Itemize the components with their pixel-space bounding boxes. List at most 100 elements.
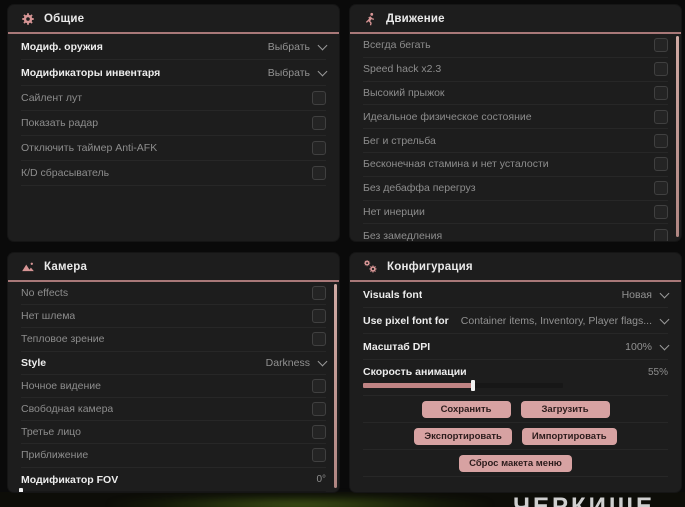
- weapon-mod-dropdown[interactable]: Выбрать: [267, 40, 328, 53]
- row-run-and-shoot: Бег и стрельба: [363, 129, 668, 153]
- panel-config: Конфигурация Visuals font Новая Use pixe…: [350, 253, 681, 492]
- fov-label: Модификатор FOV: [21, 473, 119, 486]
- chevron-down-icon: [317, 66, 328, 76]
- animation-speed-value: 55%: [647, 366, 668, 378]
- dropdown-value: Выбрать: [267, 66, 310, 79]
- animation-speed-block: Скорость анимации 55%: [363, 360, 668, 396]
- chevron-down-icon: [659, 314, 670, 324]
- row-label: Speed hack x2.3: [363, 63, 442, 76]
- save-button[interactable]: Сохранить: [421, 400, 511, 418]
- reset-menu-layout-button[interactable]: Сброс макета меню: [459, 454, 572, 472]
- row-infinite-stamina: Бесконечная стамина и нет усталости: [363, 153, 668, 177]
- gear-icon: [21, 12, 35, 26]
- row-night-vision: Ночное видение: [21, 375, 326, 398]
- panel-movement-header[interactable]: Движение: [350, 5, 681, 34]
- camera-scrollbar[interactable]: [334, 284, 337, 488]
- row-zoom: Приближение: [21, 444, 326, 468]
- high-jump-checkbox[interactable]: [654, 85, 668, 100]
- panel-movement: Движение Всегда бегать Speed hack x2.3 В…: [350, 5, 681, 241]
- row-label: Высокий прыжок: [363, 86, 445, 99]
- dropdown-value: Новая: [621, 288, 652, 301]
- thermal-vision-checkbox[interactable]: [312, 332, 326, 347]
- panel-general-title: Общие: [44, 12, 85, 25]
- movement-scrollbar[interactable]: [676, 36, 679, 237]
- night-vision-checkbox[interactable]: [312, 378, 326, 393]
- row-label: Третье лицо: [21, 426, 81, 439]
- mod-menu-screen: ЧЕРКИШЕ Общие Модиф. оружия Выбрать Моди…: [0, 0, 685, 507]
- style-dropdown[interactable]: Darkness: [266, 356, 328, 369]
- animation-speed-label: Скорость анимации: [363, 366, 467, 378]
- row-visuals-font: Visuals font Новая: [363, 282, 670, 308]
- game-background-glow: [110, 493, 490, 507]
- row-label: Бесконечная стамина и нет усталости: [363, 158, 549, 171]
- show-radar-checkbox[interactable]: [312, 116, 326, 130]
- no-effects-checkbox[interactable]: [312, 286, 326, 301]
- load-button[interactable]: Загрузить: [520, 400, 610, 418]
- row-label: No effects: [21, 287, 69, 300]
- export-import-row: Экспортировать Импортировать: [363, 423, 668, 450]
- run-and-shoot-checkbox[interactable]: [654, 133, 668, 148]
- panel-camera-header[interactable]: Камера: [8, 253, 339, 282]
- chevron-down-icon: [659, 340, 670, 350]
- row-show-radar: Показать радар: [21, 111, 326, 136]
- panel-general-header[interactable]: Общие: [8, 5, 339, 34]
- inventory-mods-dropdown[interactable]: Выбрать: [267, 66, 328, 79]
- row-no-helmet: Нет шлема: [21, 305, 326, 329]
- row-label: Style: [21, 356, 47, 369]
- dropdown-value: Выбрать: [267, 40, 310, 53]
- row-no-effects: No effects: [21, 282, 326, 306]
- game-background-text: ЧЕРКИШЕ: [513, 493, 655, 507]
- row-label: Идеальное физическое состояние: [363, 110, 532, 123]
- row-label: Нет шлема: [21, 310, 76, 323]
- speed-hack-checkbox[interactable]: [654, 62, 668, 77]
- visuals-font-dropdown[interactable]: Новая: [621, 288, 670, 301]
- chevron-down-icon: [317, 40, 328, 50]
- no-overload-debuff-checkbox[interactable]: [654, 181, 668, 196]
- dpi-scale-dropdown[interactable]: 100%: [625, 340, 670, 353]
- row-third-person: Третье лицо: [21, 421, 326, 445]
- row-label: Модиф. оружия: [21, 40, 103, 53]
- row-silent-loot: Сайлент лут: [21, 86, 326, 111]
- fov-slider-handle[interactable]: [19, 487, 23, 492]
- runner-icon: [363, 12, 377, 26]
- row-kd-reset: К/D сбрасыватель: [21, 161, 326, 186]
- image-icon: [21, 260, 35, 274]
- panel-movement-title: Движение: [386, 12, 445, 25]
- panel-config-header[interactable]: Конфигурация: [350, 253, 681, 282]
- row-label: Ночное видение: [21, 379, 101, 392]
- animation-speed-handle[interactable]: [471, 380, 475, 391]
- export-button[interactable]: Экспортировать: [414, 427, 512, 445]
- panel-config-title: Конфигурация: [387, 260, 473, 273]
- row-high-jump: Высокий прыжок: [363, 82, 668, 106]
- row-label: Отключить таймер Anti-AFK: [21, 142, 158, 154]
- no-inertia-checkbox[interactable]: [654, 204, 668, 219]
- import-button[interactable]: Импортировать: [521, 427, 617, 445]
- row-label: Без дебаффа перегруз: [363, 182, 476, 195]
- row-label: Всегда бегать: [363, 39, 431, 52]
- third-person-checkbox[interactable]: [312, 425, 326, 440]
- row-label: Масштаб DPI: [363, 340, 431, 353]
- always-run-checkbox[interactable]: [654, 38, 668, 53]
- row-label: Сайлент лут: [21, 92, 83, 104]
- kd-reset-checkbox[interactable]: [312, 166, 326, 180]
- row-style: Style Darkness: [21, 352, 328, 375]
- row-always-run: Всегда бегать: [363, 34, 668, 58]
- row-free-camera: Свободная камера: [21, 398, 326, 422]
- chevron-down-icon: [659, 288, 670, 298]
- no-slowdown-checkbox[interactable]: [654, 228, 668, 241]
- fov-slider[interactable]: [19, 487, 326, 492]
- silent-loot-checkbox[interactable]: [312, 91, 326, 105]
- animation-speed-slider[interactable]: [363, 380, 563, 391]
- free-camera-checkbox[interactable]: [312, 402, 326, 417]
- no-helmet-checkbox[interactable]: [312, 309, 326, 324]
- perfect-condition-checkbox[interactable]: [654, 109, 668, 124]
- row-no-overload-debuff: Без дебаффа перегруз: [363, 177, 668, 201]
- row-no-inertia: Нет инерции: [363, 201, 668, 225]
- anti-afk-checkbox[interactable]: [312, 141, 326, 155]
- infinite-stamina-checkbox[interactable]: [654, 157, 668, 172]
- chevron-down-icon: [317, 356, 328, 367]
- fov-value: 0°: [316, 474, 326, 485]
- pixel-font-dropdown[interactable]: Container items, Inventory, Player flags…: [460, 314, 670, 327]
- zoom-checkbox[interactable]: [312, 448, 326, 463]
- dropdown-value: Container items, Inventory, Player flags…: [460, 314, 652, 327]
